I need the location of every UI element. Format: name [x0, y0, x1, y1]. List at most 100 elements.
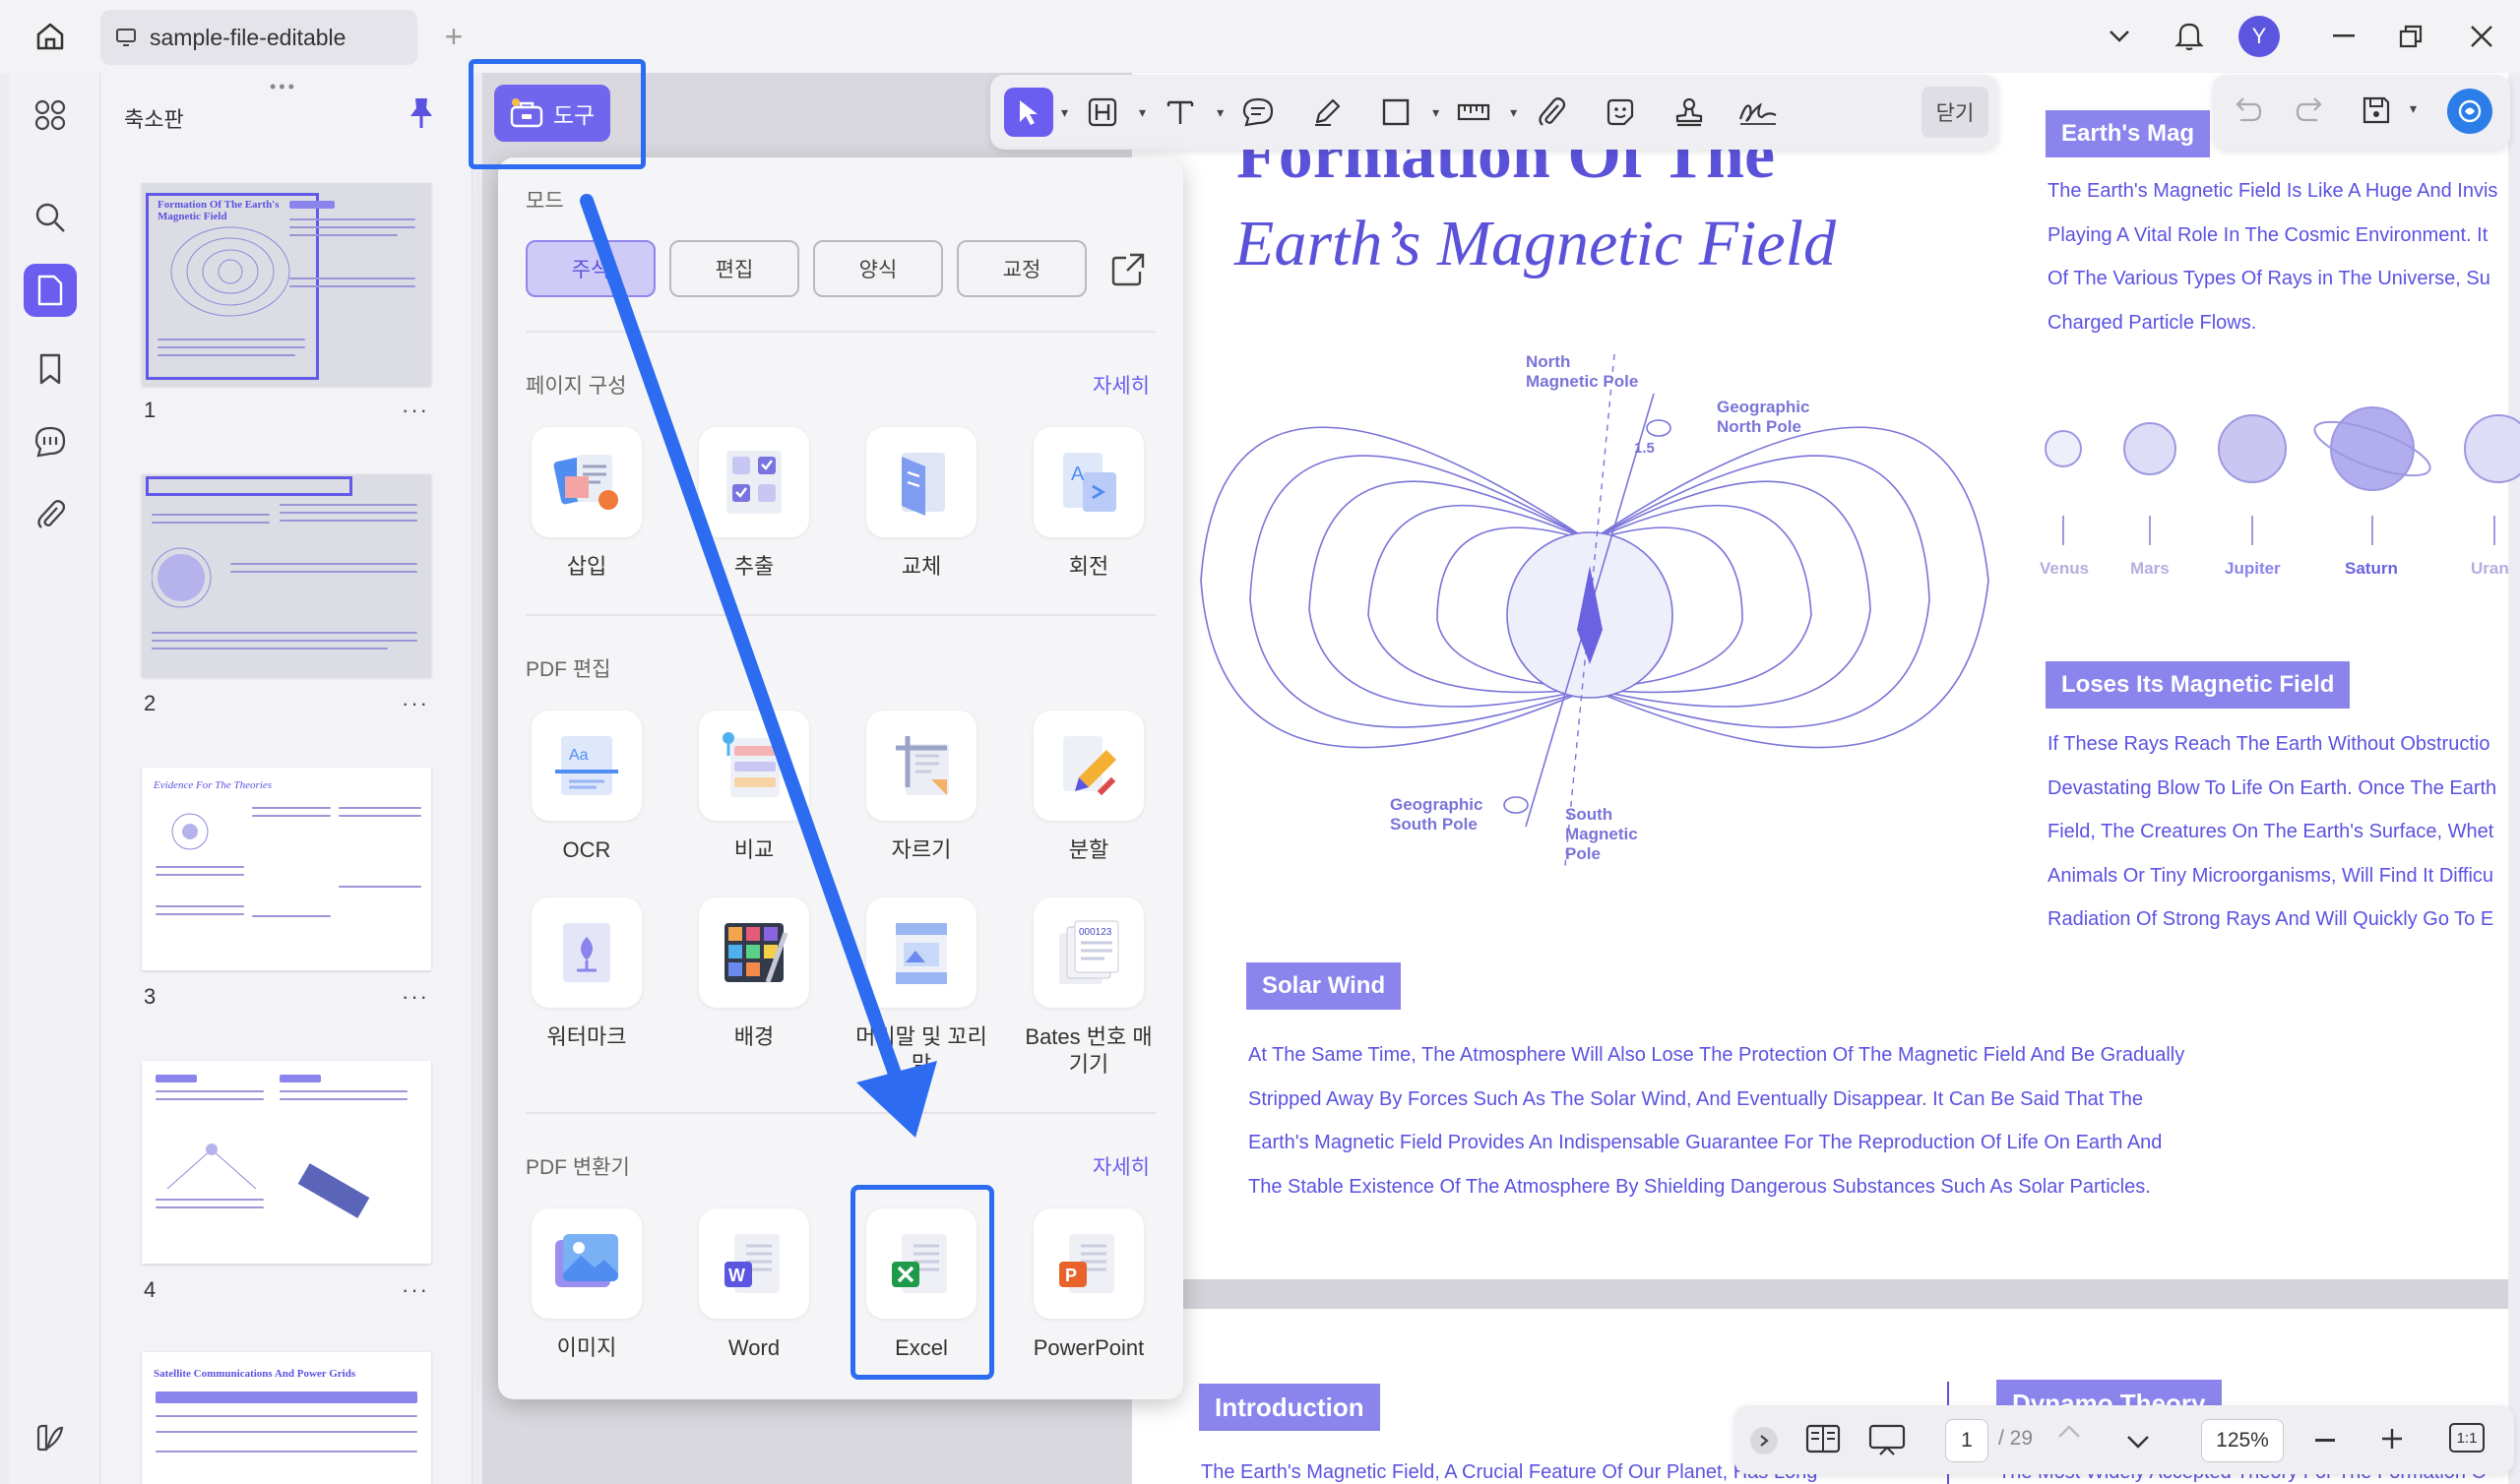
mode-proofread-button[interactable]: 교정 [957, 240, 1087, 297]
ocr-item[interactable]: Aa OCR [518, 711, 656, 864]
planet-label: Mars [2130, 559, 2170, 578]
text-tool[interactable] [1146, 83, 1215, 142]
chevron-down-icon[interactable]: ▾ [1139, 104, 1146, 121]
compare-item[interactable]: 비교 [685, 711, 823, 864]
bookmark-icon[interactable] [24, 342, 77, 396]
header-footer-icon [896, 923, 947, 984]
page-thumbnail-5[interactable]: Satellite Communications And Power Grids [142, 1352, 431, 1484]
shape-tool[interactable] [1361, 83, 1430, 142]
avatar[interactable]: Y [2238, 16, 2280, 57]
sticker-tool[interactable] [1586, 83, 1655, 142]
redo-icon[interactable] [2296, 94, 2327, 129]
page-total: / 29 [1998, 1427, 2034, 1450]
rotate-item[interactable]: A 회전 [1020, 427, 1158, 581]
bates-numbering-item[interactable]: 000123 Bates 번호 매기기 [1020, 897, 1158, 1079]
panel-title: 축소판 [124, 107, 184, 132]
divider [526, 614, 1156, 616]
document-tab[interactable]: sample-file-editable [100, 10, 417, 65]
background-item[interactable]: 배경 [685, 897, 823, 1051]
restore-icon[interactable] [2394, 20, 2427, 53]
convert-word-item[interactable]: W Word [685, 1208, 823, 1362]
page-more-icon[interactable]: ··· [402, 691, 429, 716]
page-more-icon[interactable]: ··· [402, 1277, 429, 1303]
pin-icon[interactable] [408, 96, 435, 135]
magnetic-field-diagram [1200, 353, 1989, 867]
convert-image-item[interactable]: 이미지 [518, 1208, 656, 1362]
measure-tool[interactable] [1439, 83, 1508, 142]
select-tool[interactable] [998, 83, 1059, 142]
zoom-level-input[interactable]: 125% [2201, 1419, 2284, 1462]
zoom-out-icon[interactable] [2315, 1439, 2335, 1442]
chevron-down-icon[interactable]: ▾ [1061, 104, 1068, 121]
page-thumbnail-4[interactable] [142, 1061, 431, 1264]
external-link-icon[interactable] [1110, 252, 1146, 292]
sidebar-toggle-icon[interactable] [24, 1411, 77, 1464]
comment-tool[interactable] [1224, 83, 1292, 142]
replace-item[interactable]: 교체 [852, 427, 990, 581]
chevron-down-icon[interactable]: ▾ [1217, 104, 1224, 121]
chevron-down-icon[interactable]: ▾ [1510, 104, 1517, 121]
drag-handle-icon[interactable]: ••• [270, 77, 297, 97]
highlight-tool[interactable] [1068, 83, 1137, 142]
zoom-in-icon[interactable] [2380, 1427, 2404, 1455]
section-tag: Introduction [1199, 1384, 1380, 1431]
chevron-down-icon[interactable]: ▾ [1432, 104, 1439, 121]
close-window-icon[interactable] [2465, 20, 2498, 53]
page-thumbnail-3[interactable]: Evidence For The Theories [142, 768, 431, 970]
mode-annotate-button[interactable]: 주석 [526, 240, 656, 297]
attach-tool[interactable] [1517, 83, 1586, 142]
next-page-icon[interactable] [2126, 1435, 2150, 1453]
minimize-icon[interactable] [2327, 20, 2361, 53]
previous-page-icon[interactable] [2057, 1425, 2081, 1444]
new-tab-icon[interactable]: + [437, 19, 471, 54]
powerpoint-icon: P [1059, 1234, 1114, 1293]
annotation-toolbar: ▾ ▾ ▾ ▾ ▾ [990, 75, 1998, 150]
page-thumbnail-2[interactable] [142, 474, 431, 677]
watermark-item[interactable]: 워터마크 [518, 897, 656, 1051]
bell-icon[interactable] [2170, 16, 2209, 55]
pencil-tool[interactable] [1292, 83, 1361, 142]
actual-size-button[interactable]: 1:1 [2449, 1423, 2485, 1453]
cursor-icon [1020, 100, 1038, 125]
comment-icon[interactable] [24, 415, 77, 468]
convert-section-more-link[interactable]: 자세히 [1093, 1151, 1150, 1181]
convert-section-title: PDF 변환기 [526, 1156, 630, 1179]
convert-powerpoint-item[interactable]: P PowerPoint [1020, 1208, 1158, 1362]
insert-item[interactable]: 삽입 [518, 427, 656, 581]
save-icon[interactable] [2361, 94, 2392, 131]
page-more-icon[interactable]: ··· [402, 984, 429, 1010]
ai-assistant-icon[interactable] [2447, 89, 2492, 134]
chevron-down-icon[interactable]: ▾ [2410, 100, 2417, 117]
mode-edit-button[interactable]: 편집 [669, 240, 799, 297]
page-section-more-link[interactable]: 자세히 [1093, 370, 1150, 400]
stamp-tool[interactable] [1655, 83, 1724, 142]
extract-item[interactable]: 추출 [685, 427, 823, 581]
thumbnail-diagram [170, 226, 290, 317]
title-bar: sample-file-editable + Y [0, 0, 2520, 73]
bates-icon: 000123 [1059, 920, 1119, 984]
signature-tool[interactable] [1724, 83, 1793, 142]
apps-icon[interactable] [24, 89, 77, 142]
mode-form-button[interactable]: 양식 [813, 240, 943, 297]
page-number-input[interactable]: 1 [1945, 1419, 1988, 1462]
north-magnetic-label: North Magnetic Pole [1526, 352, 1639, 391]
search-icon[interactable] [24, 191, 77, 244]
presentation-icon[interactable] [1868, 1423, 1906, 1461]
collapse-icon[interactable] [1750, 1427, 1778, 1454]
history-toolbar: ▾ [2213, 75, 2510, 150]
thumbnails-icon[interactable] [24, 264, 77, 317]
page-thumbnail-1[interactable]: Formation Of The Earth's Magnetic Field [142, 183, 431, 386]
paperclip-icon [1539, 97, 1566, 126]
page-more-icon[interactable]: ··· [402, 398, 429, 423]
geographic-north-label: Geographic North Pole [1717, 398, 1810, 436]
chevron-down-icon[interactable] [2103, 20, 2136, 53]
crop-icon [896, 736, 949, 795]
undo-icon[interactable] [2231, 94, 2262, 129]
page-layout-icon[interactable] [1805, 1423, 1841, 1459]
header-footer-item[interactable]: 머리말 및 꼬리말 [852, 897, 990, 1079]
split-item[interactable]: 분할 [1020, 711, 1158, 864]
close-toolbar-button[interactable]: 닫기 [1922, 87, 1988, 138]
home-icon[interactable] [30, 16, 71, 57]
crop-item[interactable]: 자르기 [852, 711, 990, 864]
attachment-icon[interactable] [24, 488, 77, 541]
